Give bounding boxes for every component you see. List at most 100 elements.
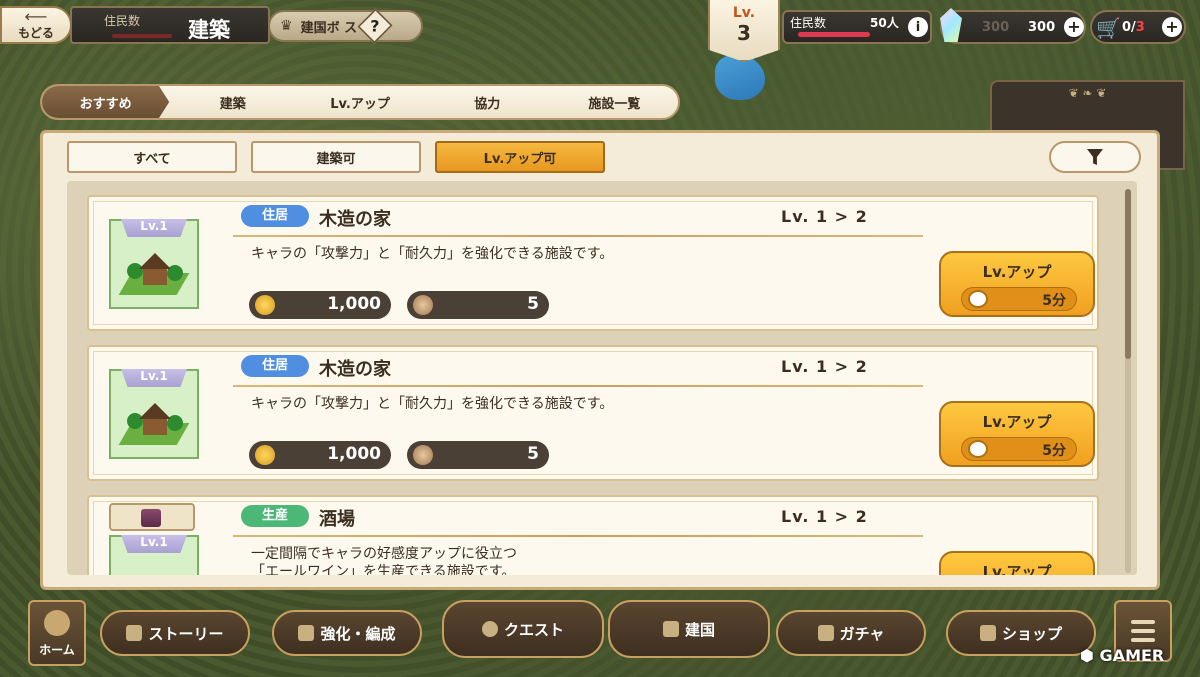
category-badge: 生産 bbox=[241, 505, 309, 527]
category-badge: 住居 bbox=[241, 205, 309, 227]
coin-icon bbox=[255, 295, 275, 315]
building-thumbnail: Lv.1 bbox=[109, 535, 199, 575]
building-card: Lv.1 住居 木造の家 Lv. 1 > 2 キャラの「攻撃力」と「耐久力」を強… bbox=[87, 195, 1099, 331]
kingdom-button[interactable]: 建国 bbox=[608, 600, 770, 658]
level-up-button[interactable]: Lv.アップ bbox=[939, 551, 1095, 575]
kingdom-bonus-label: 建国ボ ス bbox=[300, 20, 358, 36]
gem-display: 300 300 + bbox=[940, 8, 1086, 44]
house-icon bbox=[118, 251, 190, 295]
building-description: キャラの「攻撃力」と「耐久力」を強化できる施設です。 bbox=[251, 246, 614, 262]
bottom-nav: ホーム ストーリー 強化・編成 クエスト 建国 ガチャ ショップ bbox=[0, 598, 1200, 677]
thumb-level-tag: Lv.1 bbox=[121, 219, 187, 237]
build-time: 5分 bbox=[961, 287, 1077, 311]
divider bbox=[233, 385, 923, 387]
cart-icon: 🛒 bbox=[1096, 16, 1121, 40]
building-name: 酒場 bbox=[319, 509, 355, 530]
tab-cooperate[interactable]: 協力 bbox=[424, 86, 551, 118]
filter-row: すべて 建築可 Lv.アップ可 bbox=[67, 141, 605, 173]
gamer-logo-icon: ⬢ bbox=[1080, 646, 1100, 665]
building-name: 木造の家 bbox=[319, 359, 391, 380]
home-label: ホーム bbox=[39, 643, 75, 657]
page-title: 建築 bbox=[188, 18, 230, 42]
scroll-thumb[interactable] bbox=[1125, 189, 1131, 359]
tavern-sign-icon bbox=[109, 503, 195, 531]
level-progress: Lv. 1 > 2 bbox=[781, 207, 868, 226]
gacha-button[interactable]: ガチャ bbox=[776, 610, 926, 656]
filter-levelup-button[interactable]: Lv.アップ可 bbox=[435, 141, 605, 173]
shop-button[interactable]: ショップ bbox=[946, 610, 1096, 656]
gold-cost: 1,000 bbox=[249, 441, 391, 469]
level-up-label: Lv.アップ bbox=[982, 563, 1052, 575]
build-time: 5分 bbox=[961, 437, 1077, 461]
title-sub-bar bbox=[112, 34, 172, 38]
building-card: Lv.1 住居 木造の家 Lv. 1 > 2 キャラの「攻撃力」と「耐久力」を強… bbox=[87, 345, 1099, 481]
quest-button[interactable]: クエスト bbox=[442, 600, 604, 658]
back-arrow-icon: ⟵ bbox=[24, 6, 48, 26]
building-list[interactable]: Lv.1 住居 木造の家 Lv. 1 > 2 キャラの「攻撃力」と「耐久力」を強… bbox=[67, 181, 1137, 575]
castle-icon bbox=[44, 610, 70, 636]
tab-level-up[interactable]: Lv.アップ bbox=[296, 86, 423, 118]
kingdom-bonus-button[interactable]: ♛ 建国ボ ス bbox=[268, 10, 423, 42]
level-value: 3 bbox=[737, 21, 751, 45]
party-icon bbox=[298, 625, 315, 641]
compass-icon bbox=[481, 621, 498, 637]
add-gem-icon[interactable]: + bbox=[1064, 17, 1084, 37]
house-icon bbox=[118, 401, 190, 445]
coin-icon bbox=[255, 445, 275, 465]
level-up-button[interactable]: Lv.アップ 5分 bbox=[939, 251, 1095, 317]
add-cart-icon[interactable]: + bbox=[1162, 17, 1182, 37]
filter-buildable-button[interactable]: 建築可 bbox=[251, 141, 421, 173]
level-up-label: Lv.アップ bbox=[982, 413, 1052, 431]
sort-filter-button[interactable] bbox=[1049, 141, 1141, 173]
clock-icon bbox=[968, 440, 988, 458]
population-display: 住民数 50人 i bbox=[782, 10, 932, 44]
building-description: キャラの「攻撃力」と「耐久力」を強化できる施設です。 bbox=[251, 396, 614, 412]
back-button[interactable]: ⟵ もどる bbox=[0, 6, 72, 44]
gold-cost: 1,000 bbox=[249, 291, 391, 319]
level-progress: Lv. 1 > 2 bbox=[781, 507, 868, 526]
info-icon[interactable]: i bbox=[908, 17, 928, 37]
gem-value: 300 bbox=[1028, 20, 1056, 35]
population-label: 住民数 bbox=[790, 16, 827, 30]
wood-cost: 5 bbox=[407, 291, 549, 319]
filter-all-button[interactable]: すべて bbox=[67, 141, 237, 173]
tab-facility-list[interactable]: 施設一覧 bbox=[551, 86, 678, 118]
title-plate: 住民数 建築 bbox=[70, 6, 270, 44]
book-icon bbox=[126, 625, 143, 641]
story-button[interactable]: ストーリー bbox=[100, 610, 250, 656]
title-sub: 住民数 bbox=[104, 14, 141, 28]
enhance-button[interactable]: 強化・編成 bbox=[272, 610, 422, 656]
divider bbox=[233, 235, 923, 237]
river bbox=[715, 55, 765, 100]
wood-cost: 5 bbox=[407, 441, 549, 469]
thumb-level-tag: Lv.1 bbox=[121, 369, 187, 387]
tab-build[interactable]: 建築 bbox=[169, 86, 296, 118]
divider bbox=[233, 535, 923, 537]
level-label: Lv. bbox=[732, 5, 756, 21]
category-tabs: おすすめ 建築 Lv.アップ 協力 施設一覧 bbox=[40, 84, 680, 120]
tab-recommended[interactable]: おすすめ bbox=[42, 86, 170, 118]
gem-icon bbox=[940, 8, 962, 42]
wood-icon bbox=[413, 295, 433, 315]
crown-icon: ♛ bbox=[280, 18, 293, 34]
kingdom-level-badge: Lv. 3 bbox=[708, 0, 780, 62]
building-thumbnail: Lv.1 bbox=[109, 219, 199, 309]
scrollbar[interactable] bbox=[1125, 189, 1131, 573]
gem-ghost-value: 300 bbox=[982, 20, 1010, 35]
menu-icon bbox=[1131, 620, 1155, 624]
level-progress: Lv. 1 > 2 bbox=[781, 357, 868, 376]
scroll-icon bbox=[817, 625, 834, 641]
population-bar bbox=[798, 32, 870, 37]
scales-icon bbox=[979, 625, 996, 641]
level-up-button[interactable]: Lv.アップ 5分 bbox=[939, 401, 1095, 467]
funnel-icon bbox=[1087, 149, 1103, 165]
cart-display: 🛒 0/3 + bbox=[1090, 10, 1186, 44]
building-thumbnail: Lv.1 bbox=[109, 369, 199, 459]
building-name: 木造の家 bbox=[319, 209, 391, 230]
home-button[interactable]: ホーム bbox=[28, 600, 86, 666]
cart-value: 0/3 bbox=[1122, 20, 1145, 35]
building-description: 一定間隔でキャラの好感度アップに役立つ 「エールワイン」を生産できる施設です。 bbox=[251, 546, 517, 575]
level-up-label: Lv.アップ bbox=[982, 263, 1052, 281]
building-card: Lv.1 生産 酒場 Lv. 1 > 2 一定間隔でキャラの好感度アップに役立つ… bbox=[87, 495, 1099, 575]
back-label: もどる bbox=[18, 25, 54, 40]
